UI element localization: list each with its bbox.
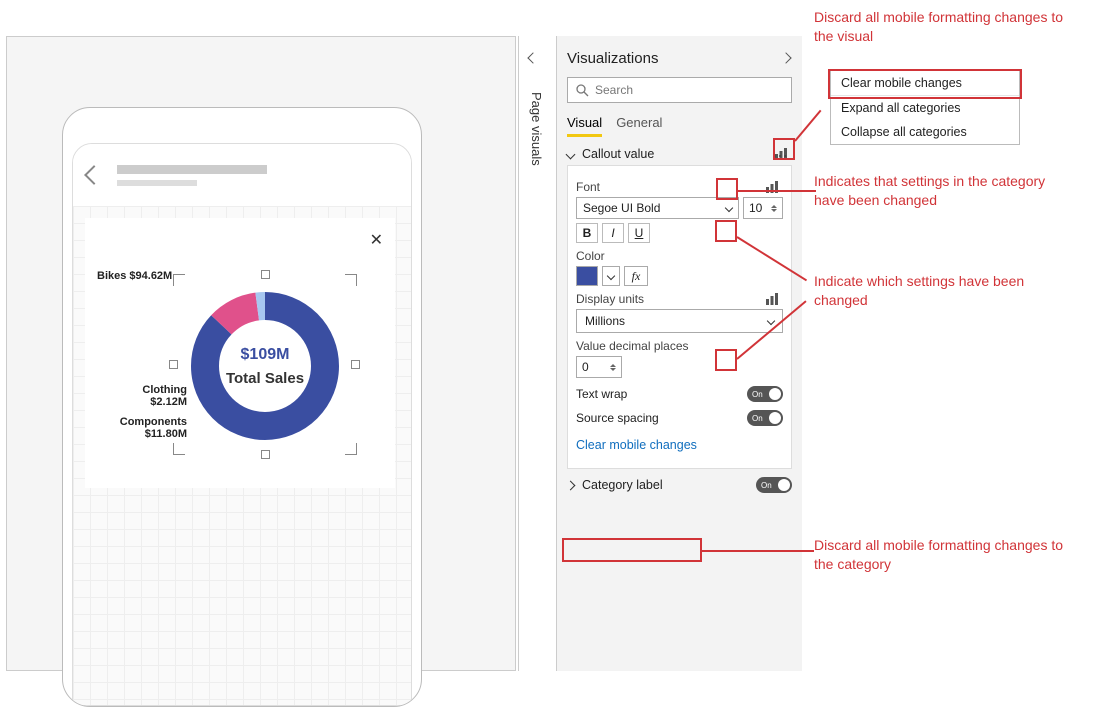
selection-corner-tr[interactable] bbox=[345, 274, 357, 286]
visualizations-panel: Visualizations Search Visual General ⋯ C… bbox=[556, 36, 802, 671]
selection-handle-top[interactable] bbox=[261, 270, 270, 279]
back-icon[interactable] bbox=[84, 165, 104, 185]
selection-corner-bl[interactable] bbox=[173, 443, 185, 455]
font-size-stepper[interactable]: 10 bbox=[743, 197, 783, 219]
annotation-box bbox=[562, 538, 702, 562]
display-units-dropdown[interactable]: Millions bbox=[576, 309, 783, 333]
annotation-box bbox=[828, 69, 1022, 99]
source-spacing-toggle[interactable]: On bbox=[747, 410, 783, 426]
page-visuals-label: Page visuals bbox=[529, 92, 544, 166]
chart-center-value: $109M bbox=[241, 346, 290, 364]
chevron-left-icon bbox=[527, 52, 538, 63]
decimal-places-stepper[interactable]: 0 bbox=[576, 356, 622, 378]
annotation-line bbox=[738, 190, 816, 192]
subtitle-placeholder bbox=[117, 180, 197, 186]
font-family-dropdown[interactable]: Segoe UI Bold bbox=[576, 197, 739, 219]
category-label-header[interactable]: Category label On bbox=[567, 477, 792, 493]
annotation-box bbox=[715, 220, 737, 242]
data-label-clothing: Clothing$2.12M bbox=[97, 384, 187, 408]
annotation-text-4: Discard all mobile formatting changes to… bbox=[814, 536, 1074, 574]
selection-corner-br[interactable] bbox=[345, 443, 357, 455]
color-label: Color bbox=[576, 249, 783, 263]
panel-title: Visualizations bbox=[567, 50, 792, 67]
color-swatch[interactable] bbox=[576, 266, 598, 286]
category-label-toggle[interactable]: On bbox=[756, 477, 792, 493]
color-dropdown-button[interactable] bbox=[602, 266, 620, 286]
donut-chart-visual[interactable]: ✕ Bikes $94.62M Clothing$2.12M Component… bbox=[85, 218, 395, 488]
mobile-layout-canvas: ✕ Bikes $94.62M Clothing$2.12M Component… bbox=[6, 36, 516, 671]
app-header bbox=[73, 144, 411, 206]
callout-value-card: Font Segoe UI Bold 10 B I U Color fx bbox=[567, 165, 792, 469]
tab-general[interactable]: General bbox=[616, 115, 662, 137]
changed-indicator-icon bbox=[765, 292, 783, 306]
underline-button[interactable]: U bbox=[628, 223, 650, 243]
title-placeholder bbox=[117, 165, 267, 174]
layout-grid[interactable]: ✕ Bikes $94.62M Clothing$2.12M Component… bbox=[73, 206, 411, 706]
text-wrap-toggle[interactable]: On bbox=[747, 386, 783, 402]
font-label: Font bbox=[576, 180, 600, 194]
search-input[interactable]: Search bbox=[567, 77, 792, 103]
search-icon bbox=[576, 84, 589, 97]
annotation-box bbox=[773, 138, 795, 160]
tab-visual[interactable]: Visual bbox=[567, 115, 602, 137]
annotation-text-2: Indicates that settings in the category … bbox=[814, 172, 1074, 210]
chart-center-title: Total Sales bbox=[226, 370, 304, 387]
annotation-text-1: Discard all mobile formatting changes to… bbox=[814, 8, 1074, 46]
data-label-bikes: Bikes $94.62M bbox=[97, 270, 187, 282]
menu-item-expand[interactable]: Expand all categories bbox=[831, 96, 1019, 120]
menu-item-collapse[interactable]: Collapse all categories bbox=[831, 120, 1019, 144]
annotation-text-3: Indicate which settings have been change… bbox=[814, 272, 1074, 310]
display-units-label: Display units bbox=[576, 292, 644, 306]
data-label-components: Components$11.80M bbox=[97, 416, 187, 440]
chevron-down-icon bbox=[566, 149, 576, 159]
phone-frame: ✕ Bikes $94.62M Clothing$2.12M Component… bbox=[62, 107, 422, 707]
clear-mobile-changes-link[interactable]: Clear mobile changes bbox=[576, 434, 783, 460]
annotation-line bbox=[702, 550, 814, 552]
close-icon[interactable]: ✕ bbox=[370, 230, 383, 250]
chevron-right-icon bbox=[566, 480, 576, 490]
annotation-box bbox=[715, 349, 737, 371]
source-spacing-label: Source spacing bbox=[576, 411, 659, 425]
italic-button[interactable]: I bbox=[602, 223, 624, 243]
bold-button[interactable]: B bbox=[576, 223, 598, 243]
text-wrap-label: Text wrap bbox=[576, 387, 627, 401]
donut-chart: $109M Total Sales bbox=[185, 286, 345, 446]
selection-handle-bottom[interactable] bbox=[261, 450, 270, 459]
selection-handle-left[interactable] bbox=[169, 360, 178, 369]
callout-value-header[interactable]: Callout value bbox=[567, 147, 792, 161]
page-visuals-collapsed[interactable]: Page visuals bbox=[518, 36, 556, 671]
fx-button[interactable]: fx bbox=[624, 266, 648, 286]
selection-handle-right[interactable] bbox=[351, 360, 360, 369]
annotation-box bbox=[716, 178, 738, 200]
